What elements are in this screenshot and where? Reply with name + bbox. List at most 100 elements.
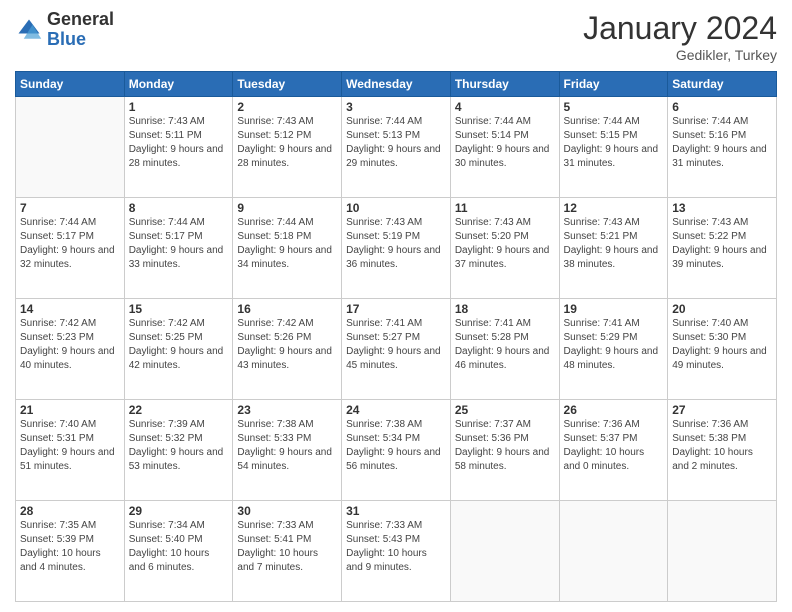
calendar-day-cell: 13Sunrise: 7:43 AMSunset: 5:22 PMDayligh… (668, 198, 777, 299)
day-number: 23 (237, 403, 337, 417)
day-number: 1 (129, 100, 229, 114)
calendar-day-cell: 8Sunrise: 7:44 AMSunset: 5:17 PMDaylight… (124, 198, 233, 299)
day-number: 2 (237, 100, 337, 114)
day-number: 10 (346, 201, 446, 215)
calendar-day-cell: 15Sunrise: 7:42 AMSunset: 5:25 PMDayligh… (124, 299, 233, 400)
day-number: 30 (237, 504, 337, 518)
weekday-header: Monday (124, 72, 233, 97)
logo-text: General Blue (47, 10, 114, 50)
calendar-day-cell (668, 501, 777, 602)
calendar-day-cell: 17Sunrise: 7:41 AMSunset: 5:27 PMDayligh… (342, 299, 451, 400)
calendar-day-cell: 5Sunrise: 7:44 AMSunset: 5:15 PMDaylight… (559, 97, 668, 198)
day-info: Sunrise: 7:35 AMSunset: 5:39 PMDaylight:… (20, 519, 120, 575)
day-info: Sunrise: 7:43 AMSunset: 5:21 PMDaylight:… (564, 216, 664, 272)
calendar-day-cell: 26Sunrise: 7:36 AMSunset: 5:37 PMDayligh… (559, 400, 668, 501)
day-info: Sunrise: 7:44 AMSunset: 5:17 PMDaylight:… (129, 216, 229, 272)
calendar-header-row: SundayMondayTuesdayWednesdayThursdayFrid… (16, 72, 777, 97)
calendar-day-cell: 19Sunrise: 7:41 AMSunset: 5:29 PMDayligh… (559, 299, 668, 400)
day-number: 12 (564, 201, 664, 215)
day-info: Sunrise: 7:38 AMSunset: 5:34 PMDaylight:… (346, 418, 446, 474)
logo-blue-text: Blue (47, 30, 114, 50)
day-info: Sunrise: 7:34 AMSunset: 5:40 PMDaylight:… (129, 519, 229, 575)
day-number: 16 (237, 302, 337, 316)
weekday-header: Tuesday (233, 72, 342, 97)
day-number: 14 (20, 302, 120, 316)
day-number: 13 (672, 201, 772, 215)
day-number: 28 (20, 504, 120, 518)
day-info: Sunrise: 7:44 AMSunset: 5:14 PMDaylight:… (455, 115, 555, 171)
day-number: 26 (564, 403, 664, 417)
calendar-day-cell: 7Sunrise: 7:44 AMSunset: 5:17 PMDaylight… (16, 198, 125, 299)
logo-icon (15, 16, 43, 44)
day-number: 24 (346, 403, 446, 417)
calendar-day-cell: 2Sunrise: 7:43 AMSunset: 5:12 PMDaylight… (233, 97, 342, 198)
day-number: 19 (564, 302, 664, 316)
calendar-day-cell: 25Sunrise: 7:37 AMSunset: 5:36 PMDayligh… (450, 400, 559, 501)
calendar-day-cell: 10Sunrise: 7:43 AMSunset: 5:19 PMDayligh… (342, 198, 451, 299)
day-number: 29 (129, 504, 229, 518)
calendar-day-cell: 23Sunrise: 7:38 AMSunset: 5:33 PMDayligh… (233, 400, 342, 501)
calendar-day-cell: 14Sunrise: 7:42 AMSunset: 5:23 PMDayligh… (16, 299, 125, 400)
calendar-week-row: 7Sunrise: 7:44 AMSunset: 5:17 PMDaylight… (16, 198, 777, 299)
day-info: Sunrise: 7:43 AMSunset: 5:22 PMDaylight:… (672, 216, 772, 272)
day-info: Sunrise: 7:37 AMSunset: 5:36 PMDaylight:… (455, 418, 555, 474)
day-info: Sunrise: 7:42 AMSunset: 5:25 PMDaylight:… (129, 317, 229, 373)
calendar-day-cell: 21Sunrise: 7:40 AMSunset: 5:31 PMDayligh… (16, 400, 125, 501)
day-info: Sunrise: 7:43 AMSunset: 5:20 PMDaylight:… (455, 216, 555, 272)
day-info: Sunrise: 7:40 AMSunset: 5:31 PMDaylight:… (20, 418, 120, 474)
day-number: 31 (346, 504, 446, 518)
calendar-day-cell: 30Sunrise: 7:33 AMSunset: 5:41 PMDayligh… (233, 501, 342, 602)
calendar-day-cell: 9Sunrise: 7:44 AMSunset: 5:18 PMDaylight… (233, 198, 342, 299)
day-info: Sunrise: 7:38 AMSunset: 5:33 PMDaylight:… (237, 418, 337, 474)
calendar-week-row: 21Sunrise: 7:40 AMSunset: 5:31 PMDayligh… (16, 400, 777, 501)
day-info: Sunrise: 7:41 AMSunset: 5:27 PMDaylight:… (346, 317, 446, 373)
day-info: Sunrise: 7:44 AMSunset: 5:15 PMDaylight:… (564, 115, 664, 171)
day-number: 5 (564, 100, 664, 114)
weekday-header: Saturday (668, 72, 777, 97)
header: General Blue January 2024 Gedikler, Turk… (15, 10, 777, 63)
calendar-week-row: 14Sunrise: 7:42 AMSunset: 5:23 PMDayligh… (16, 299, 777, 400)
calendar-day-cell: 16Sunrise: 7:42 AMSunset: 5:26 PMDayligh… (233, 299, 342, 400)
day-info: Sunrise: 7:43 AMSunset: 5:12 PMDaylight:… (237, 115, 337, 171)
day-number: 8 (129, 201, 229, 215)
month-year: January 2024 (583, 10, 777, 47)
calendar-day-cell: 11Sunrise: 7:43 AMSunset: 5:20 PMDayligh… (450, 198, 559, 299)
day-number: 7 (20, 201, 120, 215)
day-number: 17 (346, 302, 446, 316)
calendar-day-cell: 18Sunrise: 7:41 AMSunset: 5:28 PMDayligh… (450, 299, 559, 400)
calendar-table: SundayMondayTuesdayWednesdayThursdayFrid… (15, 71, 777, 602)
day-info: Sunrise: 7:40 AMSunset: 5:30 PMDaylight:… (672, 317, 772, 373)
day-number: 27 (672, 403, 772, 417)
calendar-week-row: 28Sunrise: 7:35 AMSunset: 5:39 PMDayligh… (16, 501, 777, 602)
day-number: 21 (20, 403, 120, 417)
day-info: Sunrise: 7:41 AMSunset: 5:28 PMDaylight:… (455, 317, 555, 373)
calendar-day-cell: 6Sunrise: 7:44 AMSunset: 5:16 PMDaylight… (668, 97, 777, 198)
calendar-day-cell: 1Sunrise: 7:43 AMSunset: 5:11 PMDaylight… (124, 97, 233, 198)
day-info: Sunrise: 7:43 AMSunset: 5:11 PMDaylight:… (129, 115, 229, 171)
day-number: 25 (455, 403, 555, 417)
page: General Blue January 2024 Gedikler, Turk… (0, 0, 792, 612)
calendar-day-cell: 28Sunrise: 7:35 AMSunset: 5:39 PMDayligh… (16, 501, 125, 602)
day-number: 11 (455, 201, 555, 215)
day-number: 22 (129, 403, 229, 417)
day-info: Sunrise: 7:42 AMSunset: 5:26 PMDaylight:… (237, 317, 337, 373)
day-number: 6 (672, 100, 772, 114)
day-number: 20 (672, 302, 772, 316)
day-number: 4 (455, 100, 555, 114)
day-info: Sunrise: 7:44 AMSunset: 5:17 PMDaylight:… (20, 216, 120, 272)
calendar-day-cell: 31Sunrise: 7:33 AMSunset: 5:43 PMDayligh… (342, 501, 451, 602)
day-info: Sunrise: 7:36 AMSunset: 5:38 PMDaylight:… (672, 418, 772, 474)
weekday-header: Sunday (16, 72, 125, 97)
calendar-day-cell: 27Sunrise: 7:36 AMSunset: 5:38 PMDayligh… (668, 400, 777, 501)
day-info: Sunrise: 7:43 AMSunset: 5:19 PMDaylight:… (346, 216, 446, 272)
day-number: 18 (455, 302, 555, 316)
day-info: Sunrise: 7:39 AMSunset: 5:32 PMDaylight:… (129, 418, 229, 474)
title-section: January 2024 Gedikler, Turkey (583, 10, 777, 63)
day-info: Sunrise: 7:44 AMSunset: 5:18 PMDaylight:… (237, 216, 337, 272)
calendar-day-cell (450, 501, 559, 602)
day-info: Sunrise: 7:36 AMSunset: 5:37 PMDaylight:… (564, 418, 664, 474)
calendar-day-cell (559, 501, 668, 602)
calendar-day-cell: 22Sunrise: 7:39 AMSunset: 5:32 PMDayligh… (124, 400, 233, 501)
day-number: 15 (129, 302, 229, 316)
calendar-day-cell: 29Sunrise: 7:34 AMSunset: 5:40 PMDayligh… (124, 501, 233, 602)
